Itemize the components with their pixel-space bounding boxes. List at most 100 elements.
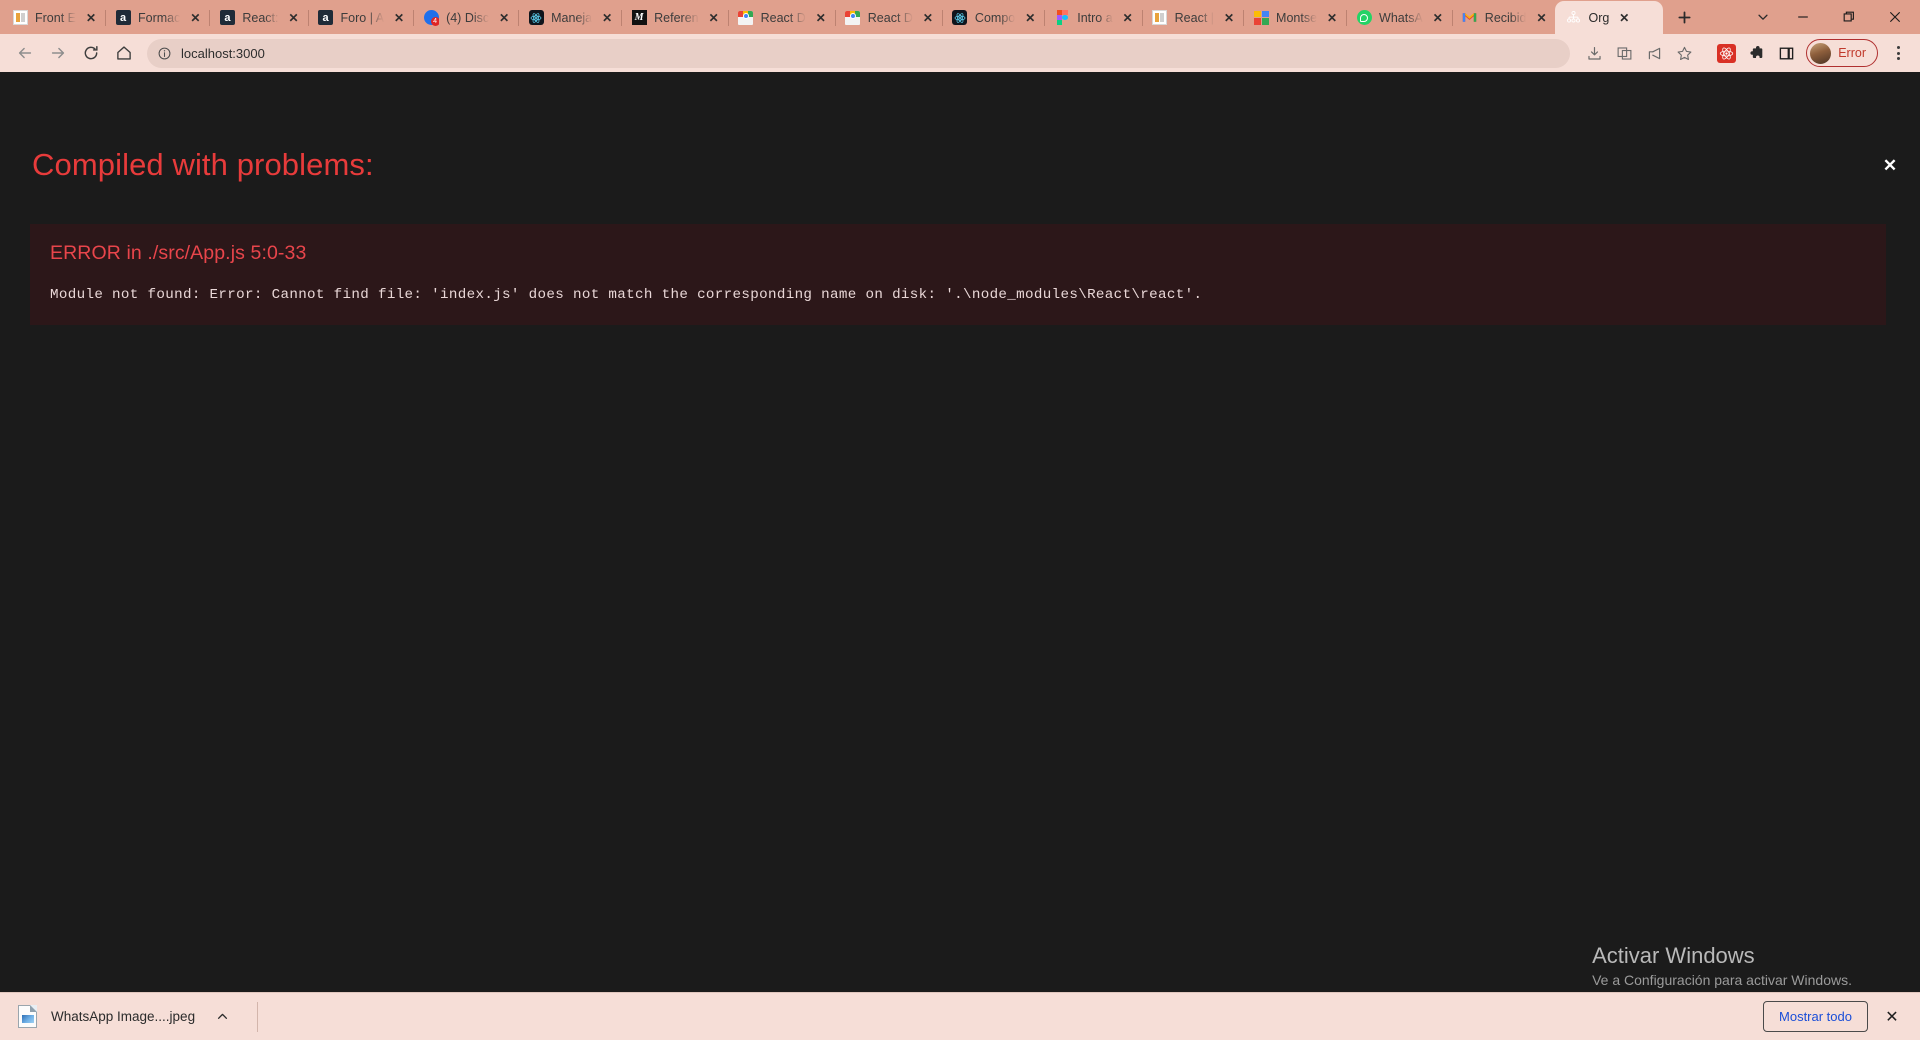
tab-label: Maneja [551,10,593,25]
back-button[interactable] [9,38,40,69]
react-icon [528,10,544,26]
notion-icon [12,10,28,26]
tab-close-icon[interactable]: ✕ [187,10,203,26]
tab[interactable]: React D ✕ [728,1,836,34]
window-controls-group [1746,0,1920,34]
tab-label: Intro a [1077,10,1113,25]
profile-error-label: Error [1838,46,1866,60]
gmail-icon [1462,10,1478,26]
show-all-downloads-button[interactable]: Mostrar todo [1763,1001,1868,1032]
close-window-button[interactable] [1872,0,1918,34]
browser-window: Front E ✕ a Formac ✕ a React: ✕ a Foro | A ✕ 4 (4) D… [0,0,1920,1040]
alura-icon: a [318,10,334,26]
error-heading: ERROR in ./src/App.js 5:0-33 [50,242,307,264]
tab[interactable]: Front E ✕ [2,1,106,34]
tab-label: React: [242,10,279,25]
tab-label: Org [1588,10,1610,25]
tab-close-icon[interactable]: ✕ [391,10,407,26]
profile-status-button[interactable]: Error [1806,39,1878,67]
tab[interactable]: a Formac ✕ [105,1,211,34]
react-icon [952,10,968,26]
tab-close-icon[interactable]: ✕ [1533,10,1549,26]
tab-label: (4) Disc [446,10,490,25]
error-panel: ERROR in ./src/App.js 5:0-33 Module not … [30,224,1886,325]
shelf-actions: Mostrar todo ✕ [1763,1001,1906,1032]
download-shelf: WhatsApp Image....jpeg Mostrar todo ✕ [0,992,1920,1040]
tab-close-icon[interactable]: ✕ [83,10,99,26]
react-devtools-extension-icon[interactable] [1712,39,1740,67]
google-drive-icon [1253,10,1269,26]
tab[interactable]: Compo ✕ [942,1,1046,34]
tab-label: Compo [974,10,1016,25]
new-tab-button[interactable] [1669,2,1699,32]
maximize-restore-button[interactable] [1826,0,1872,34]
home-button[interactable] [108,38,139,69]
tab-close-icon[interactable]: ✕ [1221,10,1237,26]
tab-close-icon[interactable]: ✕ [599,10,615,26]
close-shelf-icon[interactable]: ✕ [1878,1003,1906,1031]
tab-close-icon[interactable]: ✕ [813,10,829,26]
tab[interactable]: a React: ✕ [209,1,309,34]
tab[interactable]: React D ✕ [835,1,943,34]
download-item[interactable]: WhatsApp Image....jpeg [18,1001,235,1033]
tab[interactable]: WhatsA ✕ [1346,1,1453,34]
tab[interactable]: Intro a ✕ [1044,1,1143,34]
tab-label: Front E [35,10,76,25]
tab-close-icon[interactable]: ✕ [1022,10,1038,26]
download-file-name: WhatsApp Image....jpeg [51,1009,196,1024]
watermark-title: Activar Windows [1592,943,1755,969]
translate-icon[interactable] [1610,39,1638,67]
tab-close-icon[interactable]: ✕ [286,10,302,26]
error-message: Module not found: Error: Cannot find fil… [50,287,1203,303]
tab[interactable]: Recibid ✕ [1452,1,1556,34]
tab-active[interactable]: Org ✕ [1555,1,1664,34]
tab-close-icon[interactable]: ✕ [496,10,512,26]
chevron-up-icon[interactable] [209,1004,235,1030]
reload-button[interactable] [75,38,106,69]
site-info-icon[interactable] [157,46,172,61]
side-panel-icon[interactable] [1772,39,1800,67]
toolbar-actions: Error [1580,38,1911,68]
address-bar[interactable]: localhost:3000 [147,38,1571,68]
tab[interactable]: M Referen ✕ [621,1,729,34]
tab-close-icon[interactable]: ✕ [706,10,722,26]
tab-close-icon[interactable]: ✕ [920,10,936,26]
tab-label: Recibid [1484,10,1527,25]
tab-search-icon[interactable] [1746,1,1780,33]
minimize-button[interactable] [1780,0,1826,34]
avatar [1809,41,1833,65]
tab-label: Foro | A [340,10,385,25]
tab-label: React D [760,10,806,25]
tab-label: React D [867,10,913,25]
tab-label: Formac [138,10,181,25]
whatsapp-icon [1356,10,1372,26]
close-overlay-icon[interactable]: ✕ [1877,152,1903,178]
org-chart-icon [1565,10,1581,26]
tab-label: Montse [1276,10,1318,25]
alura-icon: a [115,10,131,26]
tab[interactable]: a Foro | A ✕ [308,1,415,34]
tab-close-icon[interactable]: ✕ [1120,10,1136,26]
chrome-doc-icon [738,10,754,26]
share-icon[interactable] [1640,39,1668,67]
tab[interactable]: React | ✕ [1142,1,1245,34]
install-app-icon[interactable] [1580,39,1608,67]
shelf-divider [257,1001,259,1032]
notion-icon [1152,10,1168,26]
tab-strip: Front E ✕ a Formac ✕ a React: ✕ a Foro | A ✕ 4 (4) D… [0,0,1920,34]
tab-close-icon[interactable]: ✕ [1616,10,1632,26]
tab-label: React | [1174,10,1215,25]
tab-close-icon[interactable]: ✕ [1324,10,1340,26]
chrome-menu-icon[interactable] [1885,38,1911,68]
bookmark-star-icon[interactable] [1670,39,1698,67]
tab-close-icon[interactable]: ✕ [1430,10,1446,26]
tab[interactable]: 4 (4) Disc ✕ [413,1,520,34]
extensions-puzzle-icon[interactable] [1742,39,1770,67]
discourse-icon: 4 [423,10,440,26]
forward-button[interactable] [42,38,73,69]
windows-activation-watermark: Activar Windows Ve a Configuración para … [1592,941,1852,990]
tab[interactable]: Maneja ✕ [518,1,623,34]
tab[interactable]: Montse ✕ [1243,1,1348,34]
chrome-doc-icon [845,10,861,26]
tab-list: Front E ✕ a Formac ✕ a React: ✕ a Foro | A ✕ 4 (4) D… [2,1,1664,34]
